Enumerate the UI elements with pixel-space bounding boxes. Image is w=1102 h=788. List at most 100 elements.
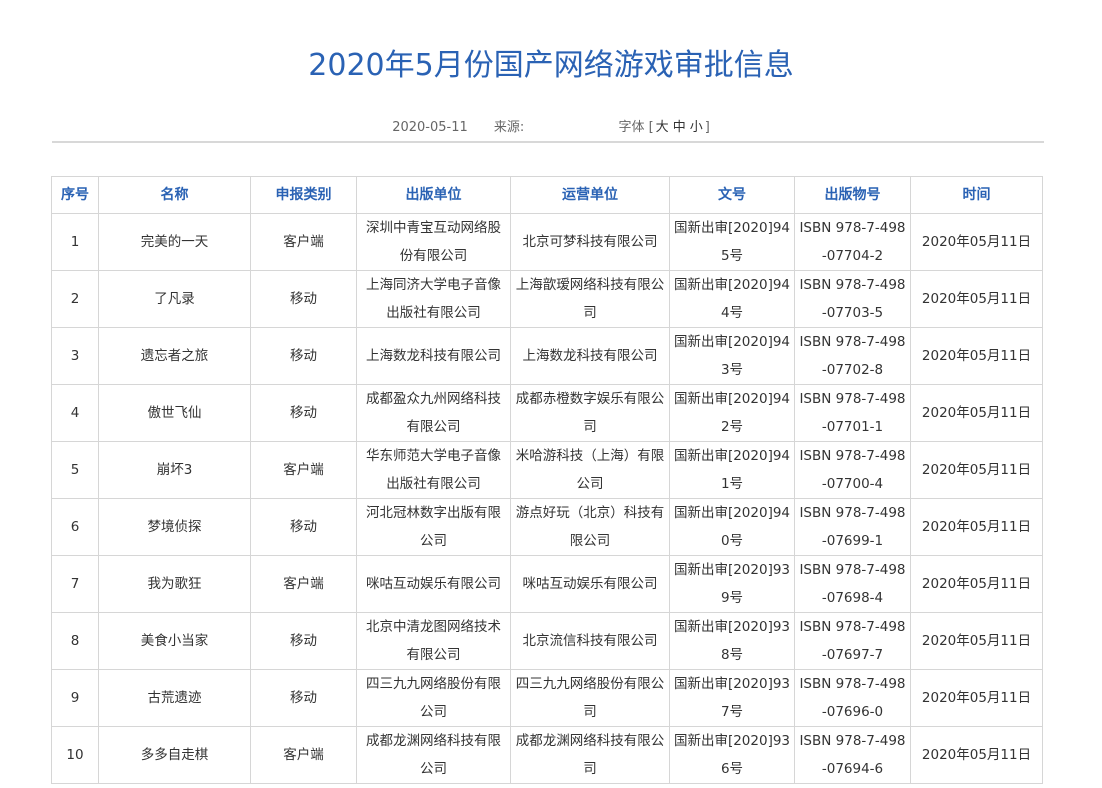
table-row: 1 完美的一天 客户端 深圳中青宝互动网络股份有限公司 北京可梦科技有限公司 国新出审[2…: [51, 213, 1043, 271]
cell-isbn: ISBN 978-7-498-07697-7: [794, 612, 911, 670]
approval-table: 序号 名称 申报类别 出版单位 运营单位 文号 出版物号 时间 1 完美的一天 客户端 深圳中青宝互…: [51, 176, 1043, 784]
table-row: 8 美食小当家 移动 北京中清龙图网络技术有限公司 北京流信科技有限公司 国新出审[202…: [51, 612, 1043, 670]
page-title: 2020年5月份国产网络游戏审批信息: [308, 48, 794, 83]
table-row: 4 傲世飞仙 移动 成都盈众九州网络科技有限公司 成都赤橙数字娱乐有限公司 国新出审[20…: [51, 384, 1043, 442]
cell-operator: 上海数龙科技有限公司: [510, 327, 670, 385]
cell-approval-no: 国新出审[2020]939号: [669, 555, 795, 613]
cell-date: 2020年05月11日: [910, 669, 1043, 727]
article-page: 2020年5月份国产网络游戏审批信息 2020-05-11 来源: 字体 [大中…: [0, 0, 1102, 788]
article-meta: 2020-05-11 来源: 字体 [大中小]: [0, 116, 1102, 135]
cell-isbn: ISBN 978-7-498-07698-4: [794, 555, 911, 613]
cell-publisher: 北京中清龙图网络技术有限公司: [356, 612, 511, 670]
cell-approval-no: 国新出审[2020]944号: [669, 270, 795, 328]
cell-publisher: 四三九九网络股份有限公司: [356, 669, 511, 727]
cell-game-name: 美食小当家: [98, 612, 251, 670]
cell-operator: 北京流信科技有限公司: [510, 612, 670, 670]
cell-index: 10: [51, 726, 99, 784]
cell-date: 2020年05月11日: [910, 555, 1043, 613]
cell-index: 2: [51, 270, 99, 328]
cell-index: 6: [51, 498, 99, 556]
col-header-publisher: 出版单位: [356, 176, 511, 214]
font-size-label: 字体: [618, 120, 645, 135]
cell-publisher: 上海同济大学电子音像出版社有限公司: [356, 270, 511, 328]
cell-approval-no: 国新出审[2020]937号: [669, 669, 795, 727]
cell-approval-no: 国新出审[2020]938号: [669, 612, 795, 670]
cell-game-name: 我为歌狂: [98, 555, 251, 613]
font-size-large-link[interactable]: 大: [656, 120, 669, 135]
cell-game-name: 崩坏3: [98, 441, 251, 499]
cell-operator: 游点好玩（北京）科技有限公司: [510, 498, 670, 556]
table-row: 2 了凡录 移动 上海同济大学电子音像出版社有限公司 上海歆瑷网络科技有限公司 国新出审[…: [51, 270, 1043, 328]
cell-isbn: ISBN 978-7-498-07702-8: [794, 327, 911, 385]
cell-approval-no: 国新出审[2020]942号: [669, 384, 795, 442]
cell-index: 9: [51, 669, 99, 727]
cell-isbn: ISBN 978-7-498-07700-4: [794, 441, 911, 499]
cell-date: 2020年05月11日: [910, 612, 1043, 670]
table-body: 1 完美的一天 客户端 深圳中青宝互动网络股份有限公司 北京可梦科技有限公司 国新出审[2…: [51, 213, 1043, 784]
cell-game-name: 多多自走棋: [98, 726, 251, 784]
col-header-date: 时间: [910, 176, 1043, 214]
col-header-name: 名称: [98, 176, 251, 214]
cell-isbn: ISBN 978-7-498-07696-0: [794, 669, 911, 727]
cell-operator: 咪咕互动娱乐有限公司: [510, 555, 670, 613]
cell-game-name: 古荒遗迹: [98, 669, 251, 727]
cell-category: 移动: [250, 669, 357, 727]
table-header-row: 序号 名称 申报类别 出版单位 运营单位 文号 出版物号 时间: [51, 176, 1043, 214]
publish-date: 2020-05-11: [392, 120, 468, 135]
cell-isbn: ISBN 978-7-498-07703-5: [794, 270, 911, 328]
cell-operator: 四三九九网络股份有限公司: [510, 669, 670, 727]
cell-publisher: 成都龙渊网络科技有限公司: [356, 726, 511, 784]
table-row: 6 梦境侦探 移动 河北冠林数字出版有限公司 游点好玩（北京）科技有限公司 国新出审[20…: [51, 498, 1043, 556]
cell-date: 2020年05月11日: [910, 327, 1043, 385]
cell-isbn: ISBN 978-7-498-07701-1: [794, 384, 911, 442]
font-size-medium-link[interactable]: 中: [673, 120, 686, 135]
cell-game-name: 遗忘者之旅: [98, 327, 251, 385]
col-header-operator: 运营单位: [510, 176, 670, 214]
cell-approval-no: 国新出审[2020]940号: [669, 498, 795, 556]
cell-date: 2020年05月11日: [910, 270, 1043, 328]
cell-category: 移动: [250, 612, 357, 670]
cell-approval-no: 国新出审[2020]936号: [669, 726, 795, 784]
cell-index: 4: [51, 384, 99, 442]
cell-operator: 北京可梦科技有限公司: [510, 213, 670, 271]
col-header-isbn: 出版物号: [794, 176, 911, 214]
cell-date: 2020年05月11日: [910, 213, 1043, 271]
source-label: 来源:: [493, 120, 525, 135]
cell-category: 客户端: [250, 441, 357, 499]
cell-date: 2020年05月11日: [910, 384, 1043, 442]
cell-category: 移动: [250, 270, 357, 328]
cell-operator: 米哈游科技（上海）有限公司: [510, 441, 670, 499]
header-divider: [52, 141, 1044, 143]
cell-publisher: 成都盈众九州网络科技有限公司: [356, 384, 511, 442]
cell-isbn: ISBN 978-7-498-07699-1: [794, 498, 911, 556]
cell-operator: 上海歆瑷网络科技有限公司: [510, 270, 670, 328]
cell-operator: 成都赤橙数字娱乐有限公司: [510, 384, 670, 442]
cell-category: 客户端: [250, 213, 357, 271]
cell-publisher: 河北冠林数字出版有限公司: [356, 498, 511, 556]
cell-approval-no: 国新出审[2020]945号: [669, 213, 795, 271]
table-row: 3 遗忘者之旅 移动 上海数龙科技有限公司 上海数龙科技有限公司 国新出审[2020]94…: [51, 327, 1043, 385]
cell-index: 8: [51, 612, 99, 670]
table-row: 10 多多自走棋 客户端 成都龙渊网络科技有限公司 成都龙渊网络科技有限公司 国新出审[2…: [51, 726, 1043, 784]
cell-game-name: 傲世飞仙: [98, 384, 251, 442]
col-header-category: 申报类别: [250, 176, 357, 214]
cell-index: 5: [51, 441, 99, 499]
cell-game-name: 完美的一天: [98, 213, 251, 271]
cell-publisher: 上海数龙科技有限公司: [356, 327, 511, 385]
table-row: 9 古荒遗迹 移动 四三九九网络股份有限公司 四三九九网络股份有限公司 国新出审[2020…: [51, 669, 1043, 727]
cell-publisher: 咪咕互动娱乐有限公司: [356, 555, 511, 613]
font-size-small-link[interactable]: 小: [690, 120, 703, 135]
col-header-index: 序号: [51, 176, 99, 214]
cell-category: 客户端: [250, 726, 357, 784]
cell-approval-no: 国新出审[2020]941号: [669, 441, 795, 499]
cell-index: 7: [51, 555, 99, 613]
cell-operator: 成都龙渊网络科技有限公司: [510, 726, 670, 784]
table-row: 7 我为歌狂 客户端 咪咕互动娱乐有限公司 咪咕互动娱乐有限公司 国新出审[2020]93…: [51, 555, 1043, 613]
cell-game-name: 梦境侦探: [98, 498, 251, 556]
cell-isbn: ISBN 978-7-498-07694-6: [794, 726, 911, 784]
cell-date: 2020年05月11日: [910, 498, 1043, 556]
cell-isbn: ISBN 978-7-498-07704-2: [794, 213, 911, 271]
font-size-switcher: 字体 [大中小]: [618, 116, 709, 135]
cell-index: 3: [51, 327, 99, 385]
cell-date: 2020年05月11日: [910, 726, 1043, 784]
